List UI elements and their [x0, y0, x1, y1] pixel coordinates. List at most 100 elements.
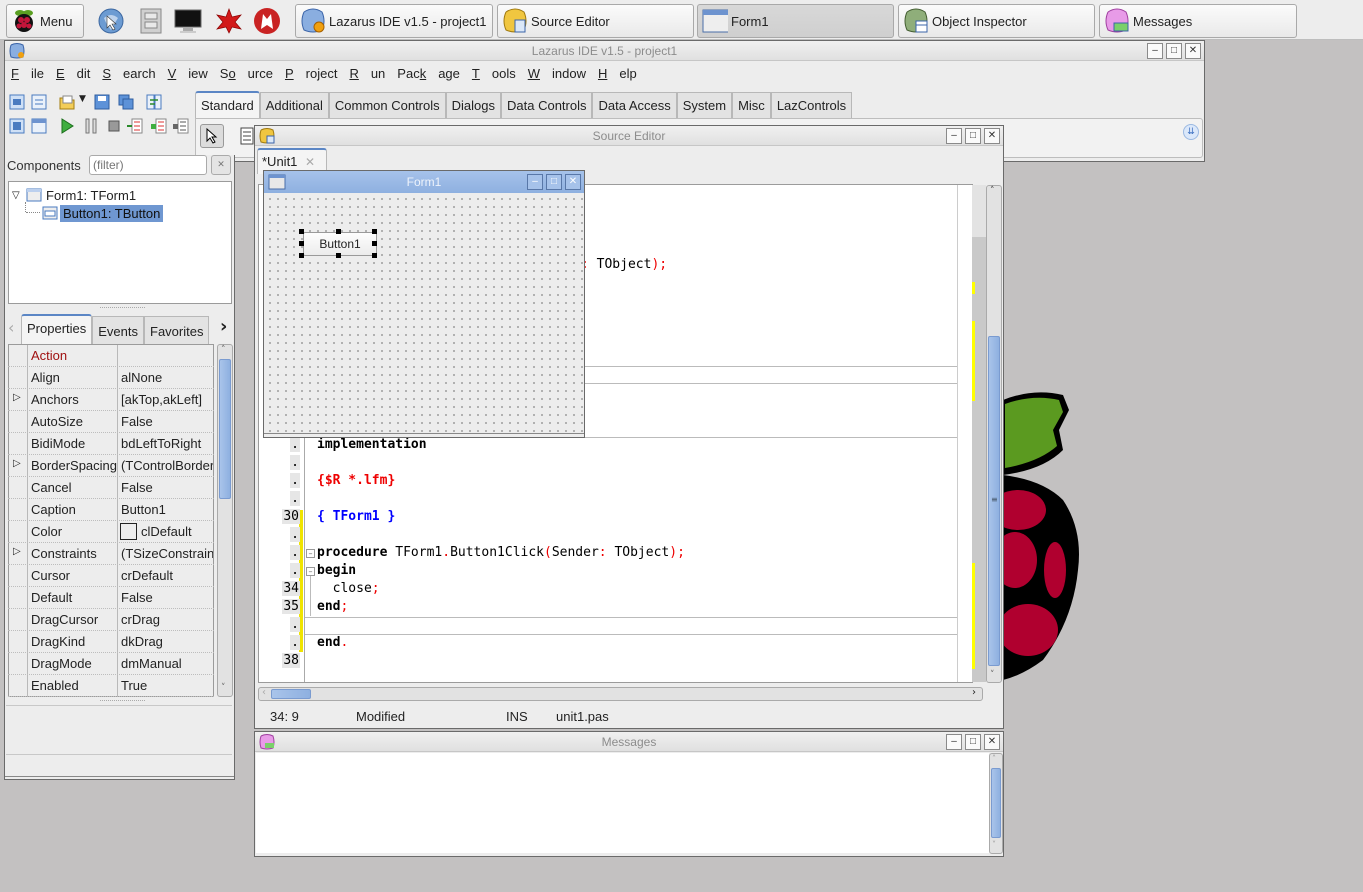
- property-row[interactable]: Cursor crDefault: [8, 565, 214, 587]
- menu-window[interactable]: Window: [528, 66, 586, 81]
- file-manager-icon[interactable]: [137, 7, 165, 35]
- scroll-right-icon[interactable]: ›: [972, 687, 976, 698]
- fold-toggle-icon[interactable]: –: [306, 549, 315, 558]
- fold-toggle-icon[interactable]: –: [306, 567, 315, 576]
- property-row[interactable]: DragMode dmManual: [8, 653, 214, 675]
- task-messages[interactable]: Messages: [1099, 4, 1297, 38]
- scrollbar-thumb[interactable]: ≡: [988, 336, 1000, 666]
- tree-node-form1[interactable]: ▽ Form1: TForm1: [12, 185, 136, 205]
- menu-package[interactable]: Pack age: [397, 66, 460, 81]
- mathematica-icon[interactable]: [215, 7, 243, 35]
- close-button[interactable]: ✕: [565, 174, 581, 190]
- design-surface[interactable]: [264, 193, 584, 437]
- menu-project[interactable]: Project: [285, 66, 337, 81]
- step-into-icon[interactable]: [127, 118, 143, 134]
- scroll-left-icon[interactable]: ‹: [262, 687, 266, 698]
- splitter-handle[interactable]: [100, 307, 145, 309]
- pause-icon[interactable]: [83, 118, 99, 134]
- property-row[interactable]: Enabled True: [8, 675, 214, 697]
- property-row[interactable]: ▷ Constraints (TSizeConstraints): [8, 543, 214, 565]
- property-row[interactable]: AutoSize False: [8, 411, 214, 433]
- property-value[interactable]: False: [121, 414, 213, 429]
- scroll-down-icon[interactable]: ˅: [990, 670, 995, 680]
- menu-help[interactable]: Help: [598, 66, 637, 81]
- property-value[interactable]: crDrag: [121, 612, 213, 627]
- stop-icon[interactable]: [106, 118, 122, 134]
- property-row[interactable]: Color clDefault: [8, 521, 214, 543]
- property-value[interactable]: False: [121, 590, 213, 605]
- code-line[interactable]: end.: [317, 635, 348, 650]
- clear-filter-button[interactable]: ✕: [211, 155, 231, 175]
- close-button[interactable]: ✕: [984, 734, 1000, 750]
- property-row[interactable]: DragCursor crDrag: [8, 609, 214, 631]
- resize-handle[interactable]: [336, 229, 341, 234]
- property-value[interactable]: bdLeftToRight: [121, 436, 213, 451]
- property-value[interactable]: Button1: [121, 502, 213, 517]
- maximize-button[interactable]: □: [965, 734, 981, 750]
- resize-handle[interactable]: [336, 253, 341, 258]
- component-filter-input[interactable]: [89, 155, 207, 175]
- property-value[interactable]: dmManual: [121, 656, 213, 671]
- tab-favorites[interactable]: Favorites: [144, 316, 210, 344]
- property-value[interactable]: (TSizeConstraints): [121, 546, 213, 561]
- palette-tab-data-controls[interactable]: Data Controls: [501, 92, 593, 119]
- chevron-down-icon[interactable]: ▼: [79, 94, 86, 104]
- property-value[interactable]: [akTop,akLeft]: [121, 392, 213, 407]
- editor-horizontal-scrollbar[interactable]: ‹ ›: [258, 687, 983, 701]
- messages-list[interactable]: [256, 753, 989, 853]
- tab-events[interactable]: Events: [92, 316, 144, 344]
- web-browser-icon[interactable]: [97, 7, 125, 35]
- property-value[interactable]: True: [121, 678, 213, 693]
- step-out-icon[interactable]: [173, 118, 189, 134]
- close-tab-icon[interactable]: ✕: [305, 155, 315, 169]
- close-button[interactable]: ✕: [984, 128, 1000, 144]
- save-icon[interactable]: [94, 94, 110, 110]
- property-value[interactable]: crDefault: [121, 568, 213, 583]
- property-row[interactable]: Default False: [8, 587, 214, 609]
- expand-triangle-icon[interactable]: ▷: [13, 546, 21, 557]
- code-line[interactable]: {$R *.lfm}: [317, 473, 395, 488]
- palette-tab-common-controls[interactable]: Common Controls: [328, 92, 446, 119]
- resize-handle[interactable]: [299, 253, 304, 258]
- minimize-button[interactable]: –: [946, 128, 962, 144]
- new-form-icon[interactable]: [31, 94, 47, 110]
- code-line[interactable]: end;: [317, 599, 348, 614]
- palette-tab-data-access[interactable]: Data Access: [592, 92, 677, 119]
- minimize-button[interactable]: –: [1147, 43, 1163, 59]
- menu-edit[interactable]: Edit: [56, 66, 90, 81]
- code-line[interactable]: begin: [317, 563, 356, 578]
- property-row[interactable]: Cancel False: [8, 477, 214, 499]
- scroll-down-icon[interactable]: ˅: [992, 840, 996, 849]
- maximize-button[interactable]: □: [546, 174, 562, 190]
- chevron-left-icon[interactable]: ‹: [8, 318, 14, 337]
- chevron-right-icon[interactable]: ›: [220, 316, 227, 337]
- messages-scrollbar[interactable]: ˄ ˅: [989, 753, 1003, 854]
- property-value[interactable]: dkDrag: [121, 634, 213, 649]
- resize-handle[interactable]: [372, 241, 377, 246]
- save-all-icon[interactable]: [118, 94, 134, 110]
- property-value[interactable]: (TControlBorderSpacing): [121, 458, 213, 473]
- view-units-icon[interactable]: [9, 118, 25, 134]
- palette-tab-lazcontrols[interactable]: LazControls: [770, 92, 853, 119]
- code-line[interactable]: procedure TForm1.Button1Click(Sender: TO…: [317, 545, 685, 560]
- scrollbar-thumb[interactable]: [271, 689, 311, 699]
- resize-handle[interactable]: [299, 229, 304, 234]
- property-value[interactable]: False: [121, 480, 213, 495]
- close-button[interactable]: ✕: [1185, 43, 1201, 59]
- menu-button[interactable]: Menu: [6, 4, 84, 38]
- palette-tab-dialogs[interactable]: Dialogs: [445, 92, 501, 119]
- editor-vertical-scrollbar[interactable]: ˄ ≡ ˅: [986, 185, 1002, 683]
- expand-triangle-icon[interactable]: ▽: [12, 190, 26, 201]
- property-row[interactable]: ▷ BorderSpacing (TControlBorderSpacing): [8, 455, 214, 477]
- property-row[interactable]: ▷ Anchors [akTop,akLeft]: [8, 389, 214, 411]
- task-object-inspector[interactable]: Object Inspector: [898, 4, 1095, 38]
- wolfram-icon[interactable]: [253, 7, 281, 35]
- code-line[interactable]: { TForm1 }: [317, 509, 395, 524]
- scrollbar-thumb[interactable]: [991, 768, 1001, 838]
- property-row[interactable]: BidiMode bdLeftToRight: [8, 433, 214, 455]
- minimize-button[interactable]: –: [527, 174, 543, 190]
- property-row[interactable]: Caption Button1: [8, 499, 214, 521]
- resize-handle[interactable]: [372, 229, 377, 234]
- property-grid-scrollbar[interactable]: ˄ ˅: [217, 344, 233, 697]
- maximize-button[interactable]: □: [965, 128, 981, 144]
